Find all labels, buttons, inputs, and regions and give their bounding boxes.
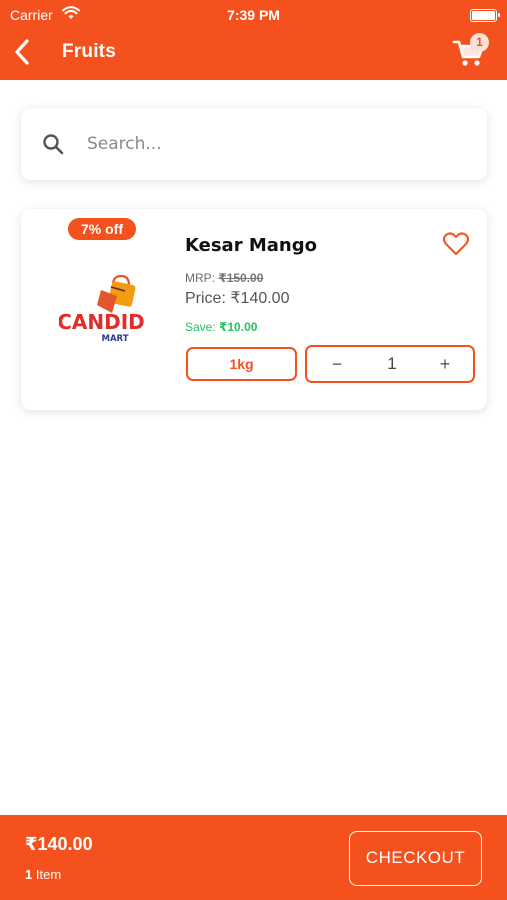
mrp-row: MRP: ₹150.00: [185, 271, 263, 285]
discount-badge: 7% off: [68, 218, 136, 240]
back-button[interactable]: [12, 38, 34, 66]
product-name: Kesar Mango: [185, 235, 317, 256]
item-label: Item: [35, 867, 62, 882]
battery-icon: [470, 9, 500, 22]
weight-selector[interactable]: 1kg: [186, 347, 297, 381]
checkout-bar: ₹140.00 1 Item CHECKOUT: [0, 815, 507, 900]
cart-count-badge: 1: [470, 33, 489, 52]
logo-text-candid: CANDID: [59, 310, 145, 334]
product-card[interactable]: 7% off CANDID MART Kesar Mango MRP: ₹150…: [21, 209, 487, 410]
search-input[interactable]: [87, 128, 467, 160]
savings-row: Save: ₹10.00: [185, 320, 257, 334]
quantity-stepper: − 1 +: [305, 345, 475, 383]
page-title: Fruits: [62, 41, 116, 62]
search-bar: [21, 108, 487, 180]
brand-logo: CANDID MART: [57, 271, 145, 345]
price-value: ₹140.00: [230, 290, 290, 307]
status-bar: Carrier 7:39 PM: [0, 4, 507, 24]
app-header: Carrier 7:39 PM Fruits 1: [0, 0, 507, 80]
save-value: ₹10.00: [219, 320, 258, 334]
chevron-left-icon: [15, 39, 29, 65]
checkout-button[interactable]: CHECKOUT: [349, 831, 482, 886]
search-icon: [41, 132, 65, 156]
logo-text-mart: MART: [102, 334, 129, 344]
price-label: Price:: [185, 290, 226, 307]
save-label: Save:: [185, 320, 216, 334]
clock-time: 7:39 PM: [227, 7, 280, 23]
heart-icon: [443, 232, 469, 255]
cart-total: ₹140.00: [25, 834, 93, 854]
increase-quantity-button[interactable]: +: [431, 351, 459, 377]
price-row: Price: ₹140.00: [185, 288, 289, 308]
mrp-label: MRP:: [185, 271, 215, 285]
wishlist-button[interactable]: [442, 231, 470, 257]
mrp-value: ₹150.00: [218, 271, 264, 285]
item-count: 1: [25, 867, 33, 882]
quantity-value: 1: [387, 354, 397, 373]
item-count-row: 1 Item: [25, 867, 61, 882]
decrease-quantity-button[interactable]: −: [323, 351, 351, 377]
